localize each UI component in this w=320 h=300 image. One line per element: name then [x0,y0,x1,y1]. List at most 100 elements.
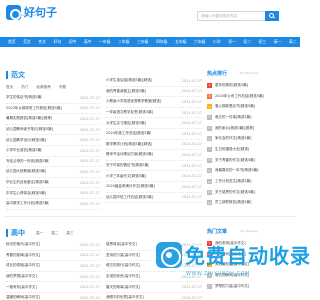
tab[interactable]: 专题 [59,85,66,90]
article-title-link[interactable]: 春天的故事[高中作文] [106,285,140,290]
nav-item[interactable]: 好句 [54,37,62,47]
tab[interactable]: 高一 [36,231,43,236]
ranking-title-link[interactable]: 我最喜欢的一本书[精选5篇] [215,168,258,173]
ranking-title-link[interactable]: 2024年公司工作总结[精选5篇] [215,94,264,99]
article-title-link[interactable]: 友谊的珍贵[高中作文] [106,274,140,279]
list-item[interactable]: 春天的故事[高中作文] 2024-07-27 [106,282,202,293]
list-item[interactable]: 中学生心得体会[精选5篇] 2024-07-27 [6,188,100,199]
list-item[interactable]: 数学教学计划[精选5篇][精选] 2024-07-27 [106,140,202,151]
ranking-title-link[interactable]: 难忘的一件事[精选5篇] [215,115,251,120]
article-title-link[interactable]: 我的青春我做主[精选5篇] [106,89,146,94]
tab[interactable]: 高三 [66,231,73,236]
list-item[interactable]: 教师节活动策划方案[精选5篇] 2024-07-27 [106,150,202,161]
article-title-link[interactable]: 难忘的旅行[高中作文] [106,263,140,268]
ranking-item[interactable]: 9 我最喜欢的一本书[精选5篇] [207,166,295,177]
article-title-link[interactable]: 2024年度工作总结[精选5篇] [106,131,151,136]
ranking-title-link[interactable]: 员工辞职报告[精选5篇] [215,200,251,205]
list-item[interactable]: 小学生读后感[精选5篇][精选] 2024-07-27 [106,76,202,87]
article-title-link[interactable]: 关于环保的倡议书[精选5篇] [106,163,149,168]
list-item[interactable]: 我的梦想[高中作文] 2024-07-27 [6,272,100,283]
tab[interactable]: 热门 [21,85,28,90]
article-title-link[interactable]: 高中数学工作计划[精选5篇] [6,201,49,206]
ranking-title-link[interactable]: 关于感恩的作文[精选5篇] [215,190,255,195]
nav-item[interactable]: 高中 [84,37,92,47]
ranking-item[interactable]: 2 2024年公司工作总结[精选5篇] [207,91,295,102]
nav-item[interactable]: 初二 [243,37,251,47]
list-item[interactable]: 暑期实践报告[精选5篇][推荐] 2024-07-27 [6,114,100,125]
list-item[interactable]: 学生的保证书[精选5篇] 2024-07-27 [6,93,100,104]
article-title-link[interactable]: 青春的旋律[高中作文] [6,253,40,258]
list-item[interactable]: 秋天的落叶[高中作文] 2024-07-27 [6,240,100,251]
ranking-title-link[interactable]: 梦想的力量[高中作文] [215,284,249,289]
nav-item[interactable]: 作文 [38,37,46,47]
article-title-link[interactable]: 人教版小学英语优秀教学教案[精选] [106,99,161,104]
list-item[interactable]: 小学毕业感言[精选5篇] 2024-07-27 [6,146,100,157]
article-title-link[interactable]: 教师节活动策划方案[精选5篇] [106,152,153,157]
search-button[interactable] [265,11,279,21]
ranking-item[interactable]: 10 工作计划范文[精选5篇] [207,176,295,187]
list-item[interactable]: 关于环保的倡议书[精选5篇] 2024-07-27 [106,161,202,172]
article-title-link[interactable]: 2024届高考满分作文[精选5篇] [106,184,155,189]
list-item[interactable]: 2023年乡镇政府工作报告[精选5篇] 2024-07-27 [6,104,100,115]
article-title-link[interactable]: 幼儿园教师读书笔记[精选5篇] [6,127,53,132]
search-input[interactable]: 请输入你要搜索的内容 [197,11,265,21]
ranking-item[interactable]: 6 家长会的作文[精选5篇] [207,133,295,144]
nav-item[interactable]: 初中 [69,37,77,47]
list-item[interactable]: 一路有你[高中作文] 2024-07-27 [6,282,100,293]
nav-item[interactable]: 首页 [8,37,16,47]
ranking-item[interactable]: 8 关于青春的作文[精选5篇] [207,155,295,166]
article-title-link[interactable]: 暑期实践报告[精选5篇][推荐] [6,116,52,121]
nav-item[interactable]: 高二 [289,37,297,47]
nav-item[interactable]: 初三 [259,37,267,47]
nav-item[interactable]: 范文 [23,37,31,47]
ranking-item[interactable]: 7 生日祝福语大全[精选] [207,144,295,155]
article-title-link[interactable]: 数学教学计划[精选5篇][精选] [106,142,152,147]
article-title-link[interactable]: 一路有你[高中作文] [6,285,37,290]
nav-item[interactable]: 二年级 [118,37,129,47]
article-title-link[interactable]: 2023年乡镇政府工作报告[精选5篇] [6,106,62,111]
nav-item[interactable]: 小学 [213,37,221,47]
article-title-link[interactable]: 大学生实习报告[精选5篇] [106,121,146,126]
ranking-title-link[interactable]: 关于青春的作文[精选5篇] [215,158,255,163]
tab[interactable]: 经典推荐 [36,85,50,90]
nav-item[interactable]: 一年级 [99,37,110,47]
tab[interactable]: 高二 [51,231,58,236]
nav-item[interactable]: 四年级 [156,37,167,47]
nav-item[interactable]: 初一 [228,37,236,47]
article-title-link[interactable]: 小学毕业感言[精选5篇] [6,148,42,153]
ranking-item[interactable]: 5 梦想的力量[高中作文] [207,281,295,292]
list-item[interactable]: 幼儿园中班工作总结[精选5篇] 2024-07-27 [106,193,202,204]
nav-item[interactable]: 五年级 [175,37,186,47]
article-title-link[interactable]: 幼儿园中班工作总结[精选5篇] [106,195,153,200]
ranking-title-link[interactable]: 家长会的作文[精选5篇] [215,136,251,141]
list-item[interactable]: 幼儿园教师读书笔记[精选5篇] 2024-07-27 [6,125,100,136]
ranking-title-link[interactable]: 童年的精彩[精选5篇] [215,83,248,88]
list-item[interactable]: 我眼中的世界[高中作文] 2024-07-27 [106,293,202,300]
list-item[interactable]: 成长的烦恼[高中作文] 2024-07-27 [6,261,100,272]
article-title-link[interactable]: 温暖的瞬间[高中作文] [6,295,40,300]
nav-item[interactable]: 三年级 [137,37,148,47]
ranking-item[interactable]: 3 爱心捐款倡议书[精选5篇] [207,101,295,112]
list-item[interactable]: 幼儿园教学设计[精选5篇] 2024-07-27 [6,135,100,146]
ranking-title-link[interactable]: 爱心捐款倡议书[精选5篇] [215,104,255,109]
list-item[interactable]: 写给父母的一封信[精选5篇] 2024-07-27 [6,157,100,168]
article-title-link[interactable]: 秋天的落叶[高中作文] [6,242,40,247]
ranking-title-link[interactable]: 我的家乡[精选5篇][推荐] [215,126,254,131]
list-item[interactable]: 2024年度工作总结[精选5篇] 2024-07-27 [106,129,202,140]
article-title-link[interactable]: 毕业生的自我鉴定[精选5篇] [6,180,49,185]
ranking-item[interactable]: 4 难忘的一件事[精选5篇] [207,112,295,123]
article-title-link[interactable]: 幼儿园教学设计[精选5篇] [6,138,46,143]
article-title-link[interactable]: 坚持的力量[高中作文] [106,253,140,258]
article-title-link[interactable]: 学生的保证书[精选5篇] [6,95,42,100]
nav-item[interactable]: 六年级 [194,37,205,47]
list-item[interactable]: 青春的旋律[高中作文] 2024-07-27 [6,251,100,262]
article-title-link[interactable]: 感恩母亲[高中作文] [106,242,137,247]
list-item[interactable]: 2024届高考满分作文[精选5篇] 2024-07-27 [106,182,202,193]
article-title-link[interactable]: 我眼中的世界[高中作文] [106,295,144,300]
ranking-item[interactable]: 12 员工辞职报告[精选5篇] [207,198,295,209]
ranking-item[interactable]: 1 童年的精彩[精选5篇] [207,80,295,91]
list-item[interactable]: 小学三年级作文[精选5篇] 2024-07-27 [106,171,202,182]
article-title-link[interactable]: 小学三年级作文[精选5篇] [106,174,146,179]
article-title-link[interactable]: 一年级语文教学反思[精选5篇] [106,110,153,115]
list-item[interactable]: 大学生实习报告[精选5篇] 2024-07-27 [106,118,202,129]
